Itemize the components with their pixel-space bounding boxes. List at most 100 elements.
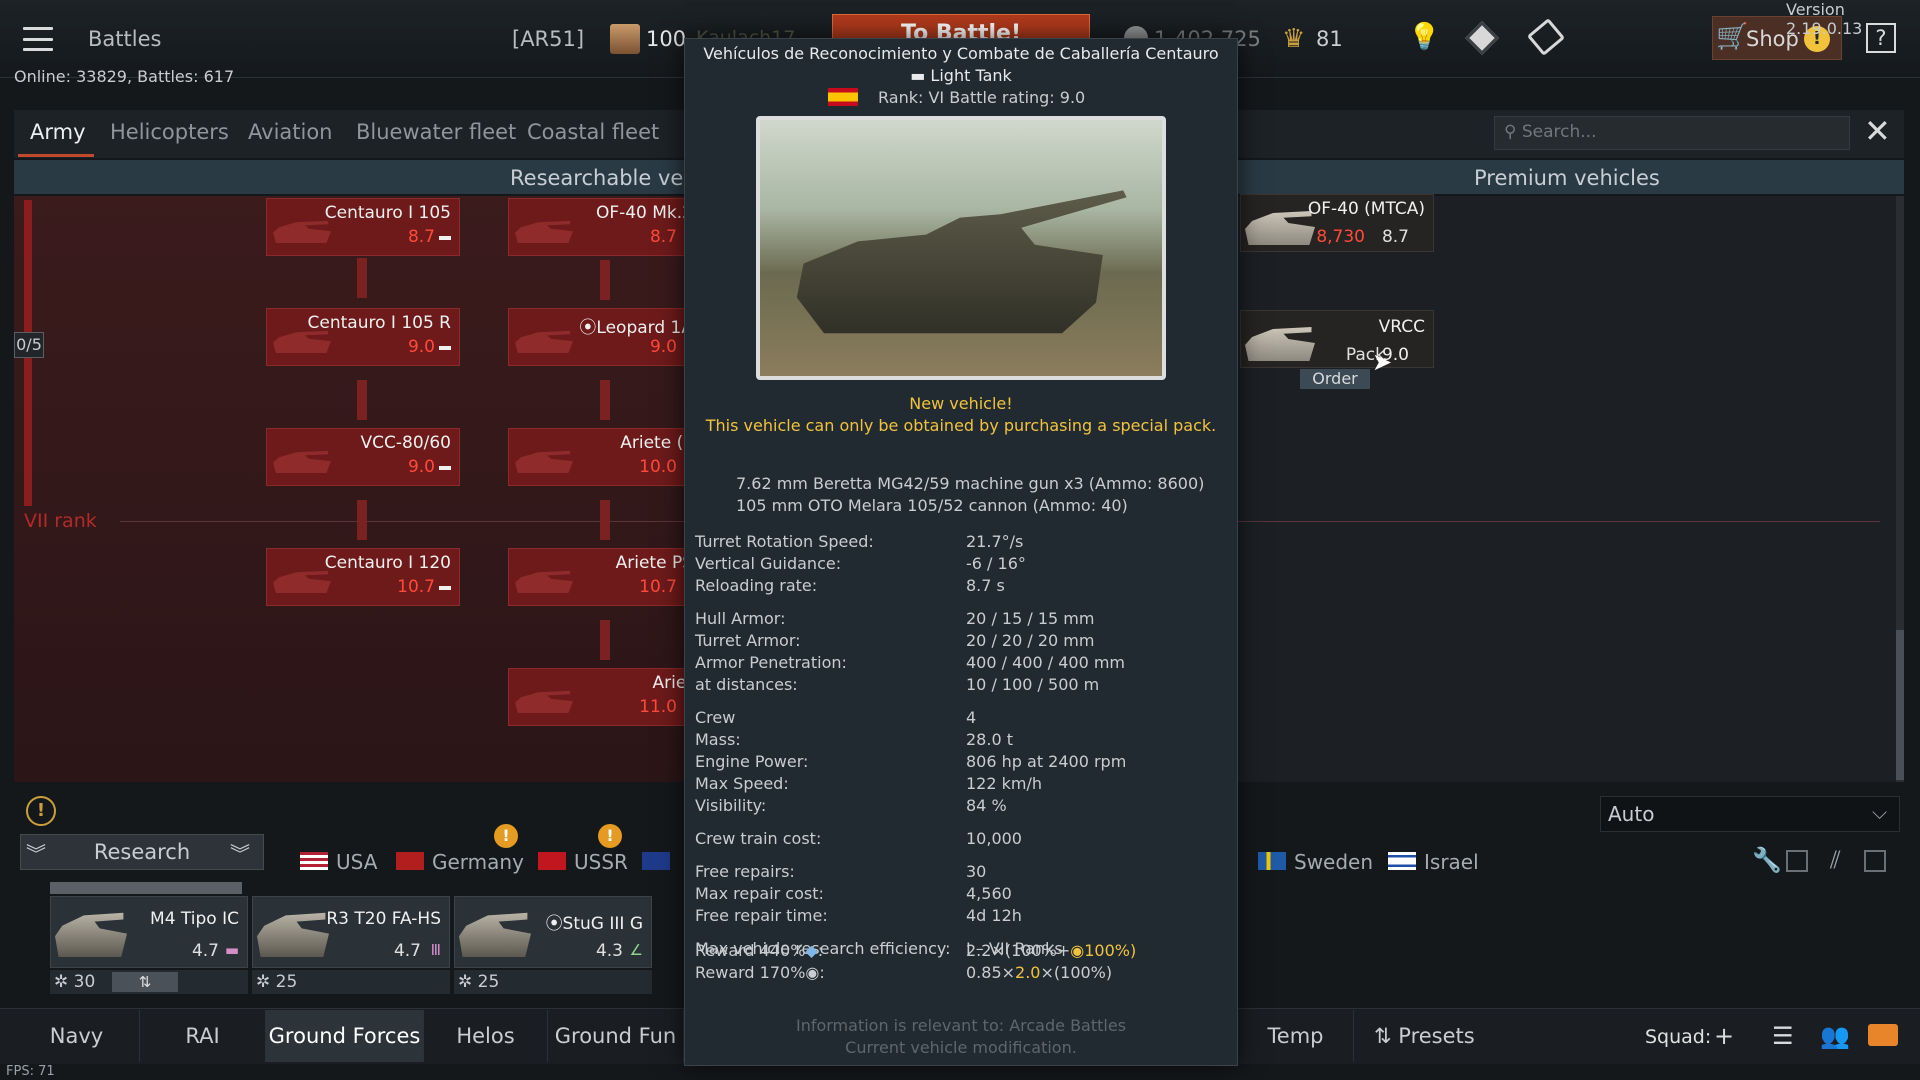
warning-icon[interactable]: ! [26, 796, 56, 826]
contacts-icon[interactable]: 👥 [1820, 1022, 1850, 1050]
mail-icon[interactable] [1868, 1024, 1898, 1046]
lightbulb-icon[interactable]: 💡 [1408, 22, 1440, 52]
crew-slot[interactable]: ⦿StuG III G 4.3 ∠ [454, 896, 652, 968]
light-tank-icon [439, 466, 451, 470]
plus-icon[interactable]: + [1714, 1022, 1734, 1050]
vehicle-card[interactable]: Ariete PS 10.7 [508, 548, 702, 606]
order-button[interactable]: Order [1300, 369, 1370, 389]
premium-area [1232, 196, 1904, 782]
presets-label: Presets [1398, 1024, 1475, 1048]
reward-value-text: 2.2×(100%+ [966, 941, 1071, 960]
squad-label: Squad: [1645, 1026, 1712, 1048]
swap-icon[interactable]: ⇅ [112, 972, 178, 992]
reward-value: 0.85×2.0×(100%) [966, 963, 1112, 982]
crew-level: ✲ 25 [458, 972, 500, 992]
tree-connector [600, 620, 610, 660]
reward-label: Reward 440%◆: [695, 941, 824, 960]
preset-tab-helos[interactable]: Helos [424, 1010, 548, 1062]
sweden-flag-icon [1258, 852, 1286, 870]
nation-usa[interactable]: USA [336, 850, 377, 874]
gold-price: 8,730 [1316, 227, 1365, 247]
avatar[interactable] [610, 24, 640, 54]
nation-israel[interactable]: Israel [1424, 850, 1479, 874]
slot-progress-bar [50, 882, 242, 894]
research-button[interactable]: Research [20, 834, 264, 870]
nation-germany[interactable]: Germany [432, 850, 524, 874]
premium-label: Premium vehicles [1474, 166, 1660, 190]
stat-value: 20 / 20 / 20 mm [966, 631, 1095, 650]
crew-slot[interactable]: M4 Tipo IC 4.7 ▬ [50, 896, 248, 968]
game-mode-label[interactable]: Battles [88, 27, 161, 51]
nation-sweden[interactable]: Sweden [1294, 850, 1373, 874]
medium-tank-icon: ▬ [224, 941, 239, 959]
stat-value: 10,000 [966, 829, 1022, 848]
crew-slot[interactable]: R3 T20 FA-HS 4.7 Ⅲ [252, 896, 450, 968]
close-icon[interactable]: ✕ [1864, 115, 1891, 147]
premium-vehicle-card[interactable]: VRCC Pack 9.0 [1240, 310, 1434, 368]
vehicle-card[interactable]: OF-40 Mk.2 8.7 [508, 198, 702, 256]
premium-vehicle-card[interactable]: OF-40 (MTCA) 8,730 8.7 [1240, 194, 1434, 252]
tank-icon [515, 570, 573, 593]
reward-bonus: 2.0 [1015, 963, 1041, 982]
wrench-icon[interactable]: 🔧 [1752, 846, 1782, 874]
list-icon[interactable]: ☰ [1772, 1022, 1794, 1050]
repair-checkbox[interactable] [1786, 850, 1808, 872]
preset-tab-ground-forces[interactable]: Ground Forces [266, 1010, 424, 1062]
nation-ussr[interactable]: USSR [574, 850, 628, 874]
scrollbar-thumb[interactable] [1896, 630, 1904, 780]
vehicle-card[interactable]: Ariete (F 10.0 [508, 428, 702, 486]
pack-note: This vehicle can only be obtained by pur… [705, 416, 1217, 435]
preset-tab-ground-fun[interactable]: Ground Fun [548, 1010, 684, 1062]
new-vehicle-label: New vehicle! [909, 394, 1013, 413]
reward-label: Reward 170%◉: [695, 963, 825, 982]
vehicle-name: R3 T20 FA-HS [326, 909, 441, 929]
stat-value: 4 [966, 708, 977, 727]
battle-rating: 4.7 [393, 941, 421, 961]
tab-coastal-fleet[interactable]: Coastal fleet [527, 120, 659, 144]
tank-icon [273, 570, 331, 593]
tab-aviation[interactable]: Aviation [248, 120, 333, 144]
vehicle-card[interactable]: Centauro I 120 10.7 [266, 548, 460, 606]
presets-button[interactable]: ⇅ Presets [1374, 1024, 1475, 1048]
vehicle-card[interactable]: Centauro I 105 8.7 [266, 198, 460, 256]
vehicle-card[interactable]: Ariet 11.0 [508, 668, 702, 726]
stat-label: Crew train cost: [695, 829, 822, 848]
tree-connector [357, 258, 367, 298]
battle-rating: 10.7 [397, 577, 435, 597]
vehicle-name: VRCC [1378, 317, 1425, 337]
mouse-cursor-icon: ➤ [1372, 348, 1393, 376]
ammo-icon[interactable]: ⫽ [1830, 846, 1841, 874]
search-placeholder-text: Search... [1521, 122, 1597, 142]
germany-flag-icon [396, 852, 424, 870]
stat-value: 8.7 s [966, 576, 1005, 595]
battle-rating: 11.0 [639, 697, 677, 717]
preset-tab-navy[interactable]: Navy [14, 1010, 140, 1062]
uk-flag-icon [642, 852, 670, 870]
menu-icon[interactable] [20, 22, 56, 56]
tank-icon [273, 220, 331, 243]
battle-rating: 9.0 [649, 337, 677, 357]
stat-label: Engine Power: [695, 752, 809, 771]
vehicle-card[interactable]: VCC-80/60 9.0 [266, 428, 460, 486]
tab-helicopters[interactable]: Helicopters [110, 120, 229, 144]
light-tank-icon [439, 346, 451, 350]
player-level: 100 [646, 27, 687, 51]
vehicle-name: ⦿StuG III G [545, 914, 643, 934]
stat-label: Turret Rotation Speed: [695, 532, 874, 551]
auto-select-value: Auto [1608, 802, 1655, 826]
stat-value: 28.0 t [966, 730, 1013, 749]
tank-icon [515, 450, 573, 473]
squadron-tag[interactable]: [AR51] [512, 27, 584, 51]
battle-rating: 4.3 [595, 941, 623, 961]
tab-army[interactable]: Army [30, 120, 86, 144]
stat-value: 4d 12h [966, 906, 1022, 925]
golden-eagles-icon: ♛ [1282, 24, 1306, 54]
vehicle-card[interactable]: Centauro I 105 R 9.0 [266, 308, 460, 366]
ammo-checkbox[interactable] [1864, 850, 1886, 872]
preset-tab-rai[interactable]: RAI [140, 1010, 266, 1062]
tab-bluewater-fleet[interactable]: Bluewater fleet [356, 120, 516, 144]
stat-label: Visibility: [695, 796, 767, 815]
stat-label: Turret Armor: [695, 631, 801, 650]
preset-tab-temp[interactable]: Temp [1238, 1010, 1354, 1062]
vehicle-card[interactable]: ⦿Leopard 1A 9.0 [508, 308, 702, 366]
